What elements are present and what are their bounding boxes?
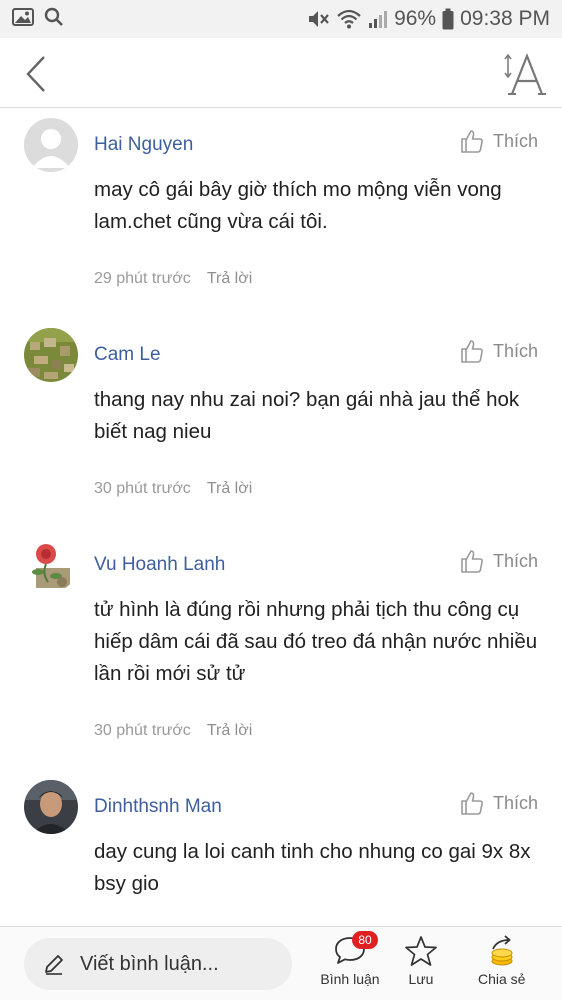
status-right: 96% 09:38 PM xyxy=(306,7,550,31)
comments-button[interactable]: 80 Bình luận xyxy=(320,931,380,987)
thumbs-up-icon xyxy=(461,550,483,573)
like-label: Thích xyxy=(492,340,538,361)
thumbs-up-icon xyxy=(461,792,483,815)
bottom-bar: Viết bình luận... 80 Bình luận Lưu Chia … xyxy=(0,926,562,1000)
status-left xyxy=(12,7,64,32)
clock: 09:38 PM xyxy=(460,7,550,30)
image-icon xyxy=(12,7,34,32)
comment-author[interactable]: Dinhthsnh Man xyxy=(94,796,222,818)
comment-time: 29 phút trước xyxy=(94,270,191,287)
comment-meta: 30 phút trước Trả lời xyxy=(94,722,252,740)
comment-text: thang nay nhu zai noi? bạn gái nhà jau t… xyxy=(94,388,520,443)
search-icon xyxy=(44,7,64,32)
like-label: Thích xyxy=(492,130,538,151)
reply-button[interactable]: Trả lời xyxy=(207,480,252,498)
thumbs-up-icon xyxy=(461,130,483,153)
comment-text: tử hình là đúng rồi nhưng phải tịch thu … xyxy=(94,598,538,685)
comment-meta: 30 phút trước Trả lời xyxy=(94,480,252,498)
write-comment-placeholder: Viết bình luận... xyxy=(80,952,219,975)
font-size-icon xyxy=(504,53,546,95)
comment-text: day cung la loi canh tinh cho nhung co g… xyxy=(94,840,531,895)
comment-author[interactable]: Cam Le xyxy=(94,344,161,366)
back-button[interactable] xyxy=(16,52,56,96)
comment-item: Cam Le Thích thang nay nhu zai noi? bạn … xyxy=(0,328,562,528)
status-bar: 96% 09:38 PM xyxy=(0,0,562,38)
reply-button[interactable]: Trả lời xyxy=(207,722,252,740)
photo-avatar[interactable] xyxy=(24,780,78,834)
comments-icon-wrap: 80 xyxy=(320,931,380,967)
comment-list: Hai Nguyen Thích may cô gái bây giờ thíc… xyxy=(0,108,562,926)
signal-icon xyxy=(368,9,388,29)
comment-time: 30 phút trước xyxy=(94,480,191,497)
app-bar xyxy=(0,38,562,108)
like-button[interactable]: Thích xyxy=(459,790,538,816)
mute-icon xyxy=(306,8,330,30)
comment-item: Hai Nguyen Thích may cô gái bây giờ thíc… xyxy=(0,118,562,318)
wifi-icon xyxy=(336,8,362,30)
like-label: Thích xyxy=(492,550,538,571)
share-label: Chia sẻ xyxy=(478,971,526,987)
battery-percent: 96% xyxy=(394,7,437,30)
thumbs-up-icon xyxy=(461,340,483,363)
landscape-avatar[interactable] xyxy=(24,328,78,382)
like-button[interactable]: Thích xyxy=(459,128,538,154)
rose-avatar[interactable] xyxy=(24,538,78,592)
comment-item: Vu Hoanh Lanh Thích tử hình là đúng rồi … xyxy=(0,538,562,768)
like-button[interactable]: Thích xyxy=(459,548,538,574)
battery-icon xyxy=(442,8,454,30)
save-button[interactable]: Lưu xyxy=(404,935,438,987)
comments-count-badge: 80 xyxy=(352,931,378,949)
font-size-button[interactable] xyxy=(502,50,546,98)
comments-label: Bình luận xyxy=(320,971,380,987)
comment-author[interactable]: Hai Nguyen xyxy=(94,134,193,156)
comment-meta: 29 phút trước Trả lời xyxy=(94,270,252,288)
default-avatar[interactable] xyxy=(24,118,78,172)
save-label: Lưu xyxy=(408,971,434,987)
share-coins-icon xyxy=(491,935,513,966)
like-label: Thích xyxy=(492,792,538,813)
pencil-icon xyxy=(45,955,63,975)
share-button[interactable]: Chia sẻ xyxy=(478,935,525,987)
comment-author[interactable]: Vu Hoanh Lanh xyxy=(94,554,225,576)
write-comment-input[interactable]: Viết bình luận... xyxy=(24,938,292,990)
comment-time: 30 phút trước xyxy=(94,722,191,739)
like-button[interactable]: Thích xyxy=(459,338,538,364)
reply-button[interactable]: Trả lời xyxy=(207,270,252,288)
comment-item: Dinhthsnh Man Thích day cung la loi canh… xyxy=(0,780,562,926)
back-arrow-icon xyxy=(26,56,45,92)
comment-text: may cô gái bây giờ thích mo mộng viễn vo… xyxy=(94,178,502,233)
star-icon xyxy=(405,936,437,966)
